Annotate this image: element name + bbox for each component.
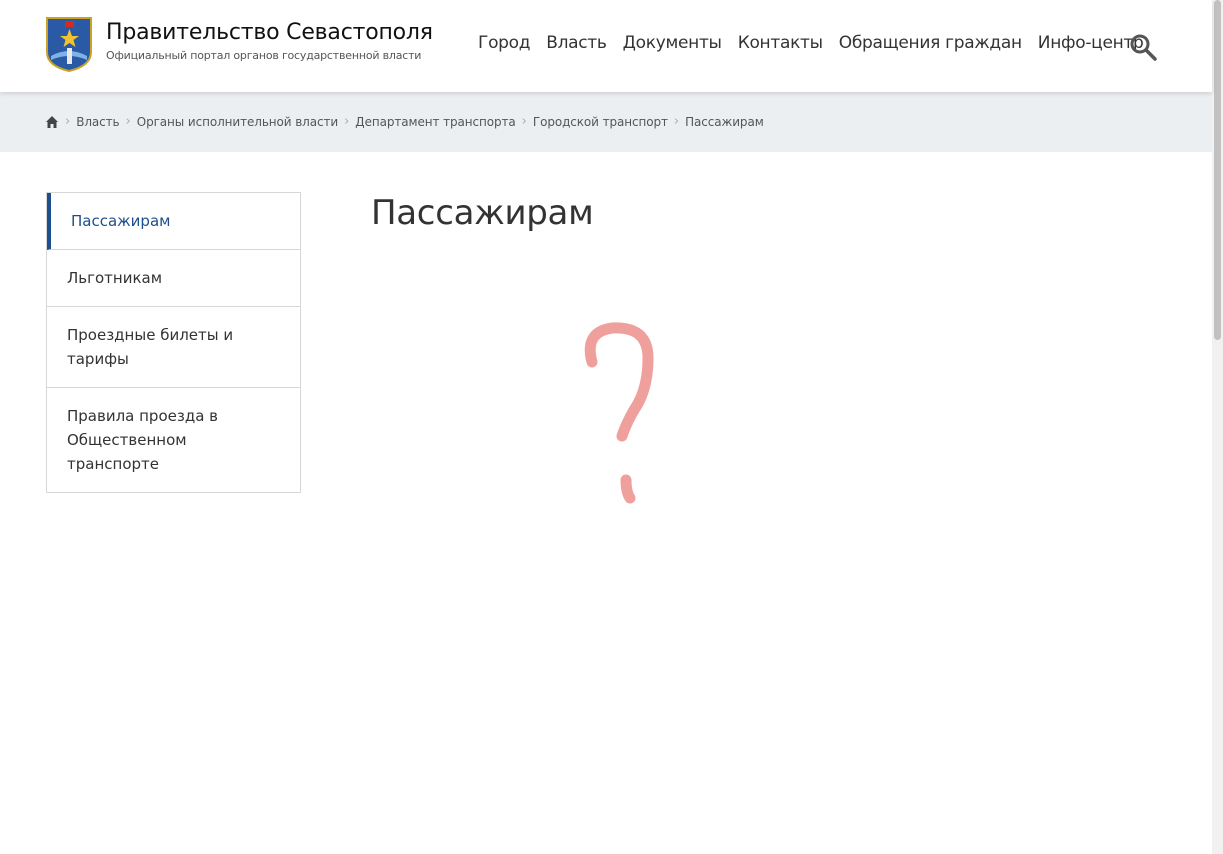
page-scrollbar[interactable] [1212, 0, 1223, 854]
sidebar-menu: Пассажирам Льготникам Проездные билеты и… [46, 192, 301, 493]
site-subtitle: Официальный портал органов государственн… [106, 49, 422, 62]
search-icon[interactable] [1129, 33, 1157, 61]
chevron-right-icon: › [344, 114, 350, 129]
page-title: Пассажирам [371, 193, 594, 233]
site-header: Правительство Севастополя Официальный по… [0, 0, 1212, 92]
main-nav: Город Власть Документы Контакты Обращени… [470, 33, 1152, 53]
question-mark-drawing [584, 322, 654, 504]
sidebar-item-travel-rules[interactable]: Правила проезда в Общественном транспорт… [47, 388, 300, 492]
chevron-right-icon: › [673, 114, 680, 129]
chevron-right-icon: › [65, 114, 71, 129]
breadcrumb-item[interactable]: Органы исполнительной власти [137, 115, 338, 129]
nav-item-citizen-appeals[interactable]: Обращения граждан [839, 33, 1022, 53]
breadcrumb: › Власть › Органы исполнительной власти … [45, 114, 764, 129]
home-icon[interactable] [45, 115, 59, 129]
sidebar-item-beneficiaries[interactable]: Льготникам [47, 250, 300, 307]
chevron-right-icon: › [125, 114, 131, 129]
breadcrumb-item[interactable]: Власть [76, 115, 119, 129]
sidebar-item-passengers[interactable]: Пассажирам [47, 193, 300, 250]
nav-item-city[interactable]: Город [478, 33, 531, 53]
breadcrumb-current: Пассажирам [685, 114, 764, 129]
chevron-right-icon: › [521, 114, 527, 129]
nav-item-contacts[interactable]: Контакты [738, 33, 823, 53]
coat-of-arms-logo[interactable] [45, 16, 93, 72]
nav-item-documents[interactable]: Документы [623, 33, 722, 53]
sidebar-item-tickets-tariffs[interactable]: Проездные билеты и тарифы [47, 307, 300, 388]
nav-item-info-center[interactable]: Инфо-центр [1038, 33, 1144, 53]
breadcrumb-item[interactable]: Департамент транспорта [355, 115, 515, 129]
site-title[interactable]: Правительство Севастополя [106, 20, 433, 45]
breadcrumb-item[interactable]: Городской транспорт [533, 115, 668, 129]
scrollbar-thumb[interactable] [1214, 0, 1221, 340]
breadcrumbs-bar: › Власть › Органы исполнительной власти … [0, 92, 1212, 152]
nav-item-authority[interactable]: Власть [546, 33, 607, 53]
